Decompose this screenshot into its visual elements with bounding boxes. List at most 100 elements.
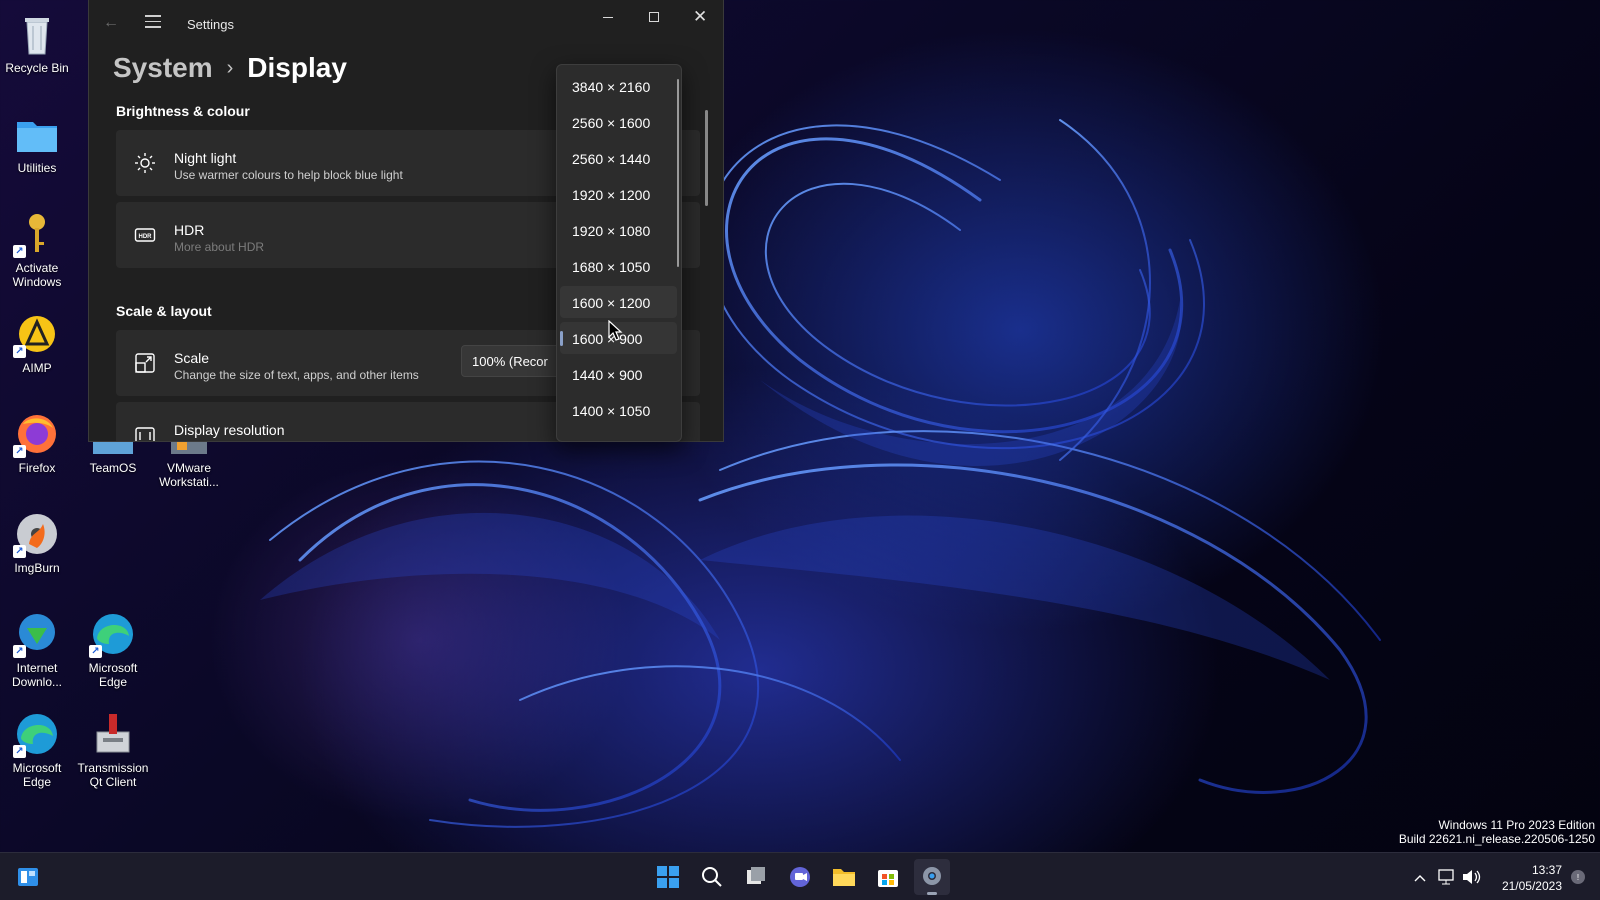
resolution-option[interactable]: 1680 × 1050 <box>560 250 677 282</box>
watermark-build: Build 22621.ni_release.220506-1250 <box>1398 832 1595 846</box>
shortcut-arrow-icon: ↗ <box>13 245 26 258</box>
microsoft-store-button[interactable] <box>870 859 906 895</box>
shortcut-arrow-icon: ↗ <box>13 545 26 558</box>
resolution-option[interactable]: 1920 × 1080 <box>560 214 677 246</box>
svg-text:HDR: HDR <box>139 234 153 240</box>
desktop-icon-label: ImgBurn <box>14 561 60 575</box>
shortcut-arrow-icon: ↗ <box>13 445 26 458</box>
desktop-icon-label: Utilities <box>17 161 57 175</box>
notification-icon: ! <box>1571 870 1585 884</box>
desktop-icon-internet-download[interactable]: ↗ Internet Downlo... <box>0 610 74 689</box>
file-explorer-button[interactable] <box>826 859 862 895</box>
clock-date: 21/05/2023 <box>1501 879 1562 893</box>
shortcut-arrow-icon: ↗ <box>13 645 26 658</box>
desktop-icon-label: AIMP <box>22 361 52 375</box>
section-title-brightness: Brightness & colour <box>116 103 250 119</box>
teams-chat-button[interactable] <box>782 859 818 895</box>
resolution-dropdown-list: 3840 × 2160 2560 × 1600 2560 × 1440 1920… <box>556 64 682 442</box>
desktop-icon-activate-windows[interactable]: ↗ Activate Windows <box>0 210 74 289</box>
desktop-icon-label: Internet Downlo... <box>11 661 63 689</box>
resolution-option[interactable]: 1920 × 1200 <box>560 178 677 210</box>
shortcut-arrow-icon: ↗ <box>13 745 26 758</box>
desktop-icon-label: Firefox <box>18 461 56 475</box>
desktop-icon-edge-2[interactable]: ↗ Microsoft Edge <box>0 710 74 789</box>
close-button[interactable]: ✕ <box>677 0 723 34</box>
search-button[interactable] <box>694 859 730 895</box>
settings-taskbar-button[interactable] <box>914 859 950 895</box>
volume-button[interactable] <box>1460 853 1482 900</box>
resolution-option-hovered[interactable]: 1600 × 1200 <box>560 286 677 318</box>
desktop-icon-label: Activate Windows <box>12 261 62 289</box>
notifications-button[interactable]: ! <box>1568 853 1588 900</box>
task-view-button[interactable] <box>738 859 774 895</box>
watermark-edition: Windows 11 Pro 2023 Edition <box>1438 818 1595 832</box>
desktop-icon-edge-1[interactable]: ↗ Microsoft Edge <box>76 610 150 689</box>
resolution-option[interactable]: 1440 × 900 <box>560 358 677 390</box>
mouse-cursor-icon <box>608 320 623 341</box>
breadcrumb-system-link[interactable]: System <box>113 52 213 84</box>
desktop-icon-imgburn[interactable]: ↗ ImgBurn <box>0 510 74 575</box>
clock-time: 13:37 <box>1531 863 1562 877</box>
folder-icon <box>833 869 855 886</box>
resolution-icon <box>134 424 156 441</box>
taskbar-clock[interactable]: 13:37 21/05/2023 <box>1492 862 1562 894</box>
shortcut-arrow-icon: ↗ <box>89 645 102 658</box>
windows-start-icon <box>657 866 679 888</box>
desktop-icon-aimp[interactable]: ↗ AIMP <box>0 310 74 375</box>
hamburger-menu-icon[interactable] <box>145 15 161 29</box>
window-scrollbar[interactable] <box>705 110 708 206</box>
show-hidden-icons-button[interactable] <box>1410 853 1430 900</box>
imgburn-icon: ↗ <box>13 510 61 558</box>
search-icon <box>702 867 722 887</box>
maximize-icon <box>649 12 659 22</box>
resolution-option[interactable]: 2560 × 1440 <box>560 142 677 174</box>
windows-edition-watermark: Windows 11 Pro 2023 Edition Build 22621.… <box>1399 818 1595 846</box>
recycle-bin-icon <box>13 10 61 58</box>
desktop-icon-recycle-bin[interactable]: Recycle Bin <box>0 10 74 75</box>
selection-indicator <box>560 331 563 346</box>
internet-download-manager-icon: ↗ <box>13 610 61 658</box>
transmission-icon <box>89 710 137 758</box>
desktop-icon-firefox[interactable]: ↗ Firefox <box>0 410 74 475</box>
taskbar: 13:37 21/05/2023 ! <box>0 852 1600 900</box>
chevron-right-icon: › <box>226 56 234 79</box>
resolution-option[interactable]: 2560 × 1600 <box>560 106 677 138</box>
close-icon: ✕ <box>693 7 708 26</box>
hdr-icon: HDR <box>134 224 156 246</box>
edge-icon: ↗ <box>13 710 61 758</box>
desktop-icon-label: TeamOS <box>89 461 137 475</box>
firefox-icon: ↗ <box>13 410 61 458</box>
desktop-icon-utilities[interactable]: Utilities <box>0 110 74 175</box>
widgets-button[interactable] <box>10 859 46 895</box>
back-arrow-icon[interactable]: ← <box>103 14 123 34</box>
shortcut-arrow-icon: ↗ <box>13 345 26 358</box>
store-icon <box>878 870 898 887</box>
display-resolution-title: Display resolution <box>174 422 285 438</box>
title-bar[interactable]: ← Settings ✕ <box>89 0 723 48</box>
task-view-icon <box>747 867 765 884</box>
hdr-more-link[interactable]: More about HDR <box>174 240 264 254</box>
resolution-option[interactable]: 1400 × 1050 <box>560 394 677 426</box>
scale-subtitle: Change the size of text, apps, and other… <box>174 368 419 382</box>
start-button[interactable] <box>650 859 686 895</box>
scale-title: Scale <box>174 350 210 366</box>
hdr-title: HDR <box>174 222 205 238</box>
page-title: Display <box>247 52 347 83</box>
night-light-title: Night light <box>174 150 237 166</box>
folder-icon <box>13 110 61 158</box>
sun-icon <box>134 152 156 174</box>
minimize-button[interactable] <box>585 0 631 34</box>
active-app-indicator <box>927 892 937 895</box>
desktop-icon-transmission[interactable]: Transmission Qt Client <box>76 710 150 789</box>
scale-icon <box>134 352 156 374</box>
network-button[interactable] <box>1436 853 1456 900</box>
section-title-scale-layout: Scale & layout <box>116 303 212 319</box>
desktop-icon-label: Microsoft Edge <box>12 761 62 789</box>
dropdown-scrollbar[interactable] <box>677 79 679 267</box>
resolution-option[interactable]: 3840 × 2160 <box>560 70 677 102</box>
desktop-icon-label: Transmission Qt Client <box>77 761 149 789</box>
maximize-button[interactable] <box>631 0 677 34</box>
widgets-icon <box>18 868 38 886</box>
chevron-up-icon <box>1414 875 1426 882</box>
aimp-icon: ↗ <box>13 310 61 358</box>
